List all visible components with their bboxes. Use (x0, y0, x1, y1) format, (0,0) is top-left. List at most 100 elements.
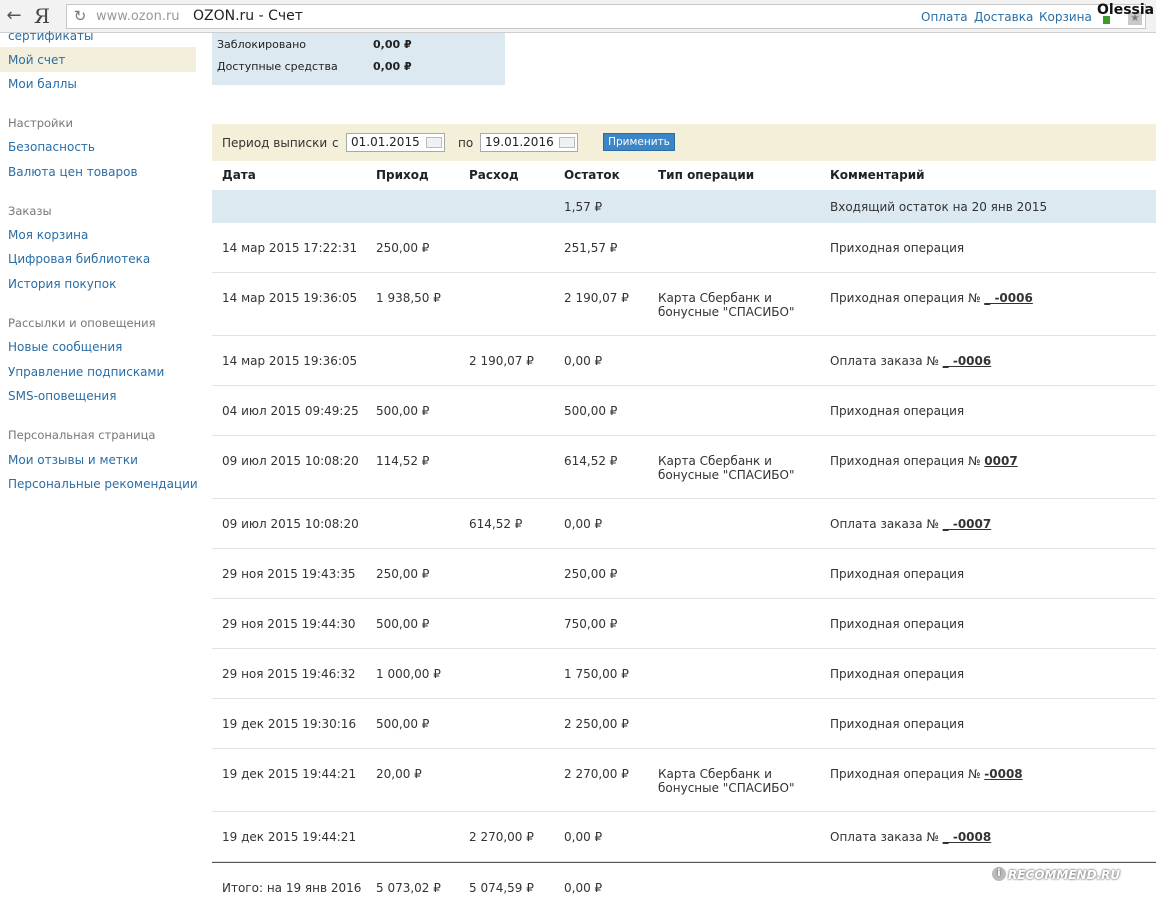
cell-comment: Приходная операция № _ -0006 (830, 291, 1033, 305)
cell-expense: 2 270,00 ₽ (469, 830, 534, 844)
total-label: Итого: на 19 янв 2016 (222, 881, 362, 895)
cell-date: 19 дек 2015 19:30:16 (222, 717, 357, 731)
address-bar[interactable]: ↻ www.ozon.ru OZON.ru - Счет Оплата Дост… (66, 4, 1146, 29)
cell-comment: Оплата заказа № _ -0007 (830, 517, 991, 531)
link-delivery[interactable]: Доставка (974, 10, 1033, 24)
calendar-icon[interactable] (559, 137, 575, 148)
cell-income: 1 938,50 ₽ (376, 291, 441, 305)
apply-button[interactable]: Применить (603, 133, 675, 151)
table-row: 09 июл 2015 10:08:20 614,52 ₽ 0,00 ₽ Оплата… (212, 499, 1156, 549)
back-arrow-icon[interactable]: ← (2, 4, 26, 28)
order-number-link[interactable]: _ -0007 (943, 517, 992, 531)
sidebar-item[interactable]: Моя корзина (8, 228, 88, 242)
sidebar-section-heading: Рассылки и оповещения (8, 316, 156, 330)
url-host: www.ozon.ru (96, 9, 180, 24)
comment-text: Оплата заказа № (830, 830, 939, 844)
table-row: 04 июл 2015 09:49:25 500,00 ₽ 500,00 ₽ Прих… (212, 386, 1156, 436)
sidebar: сертификаты Мой счет Мои баллы Настройки Без… (0, 29, 200, 533)
cell-type: Карта Сбербанк и бонусные "СПАСИБО" (658, 291, 795, 319)
sidebar-item[interactable]: Мой счет (8, 53, 65, 67)
browser-toolbar: ← Я ↻ www.ozon.ru OZON.ru - Счет Оплата … (0, 0, 1156, 33)
period-from-label: с (332, 136, 339, 150)
page-title: OZON.ru - Счет (193, 8, 303, 24)
order-number-link[interactable]: _ -0006 (943, 354, 992, 368)
cell-balance: 0,00 ₽ (564, 354, 603, 368)
cell-comment: Приходная операция № -0008 (830, 767, 1023, 781)
date-to-input[interactable]: 19.01.2016 (480, 133, 578, 152)
table-row: 14 мар 2015 17:22:31 250,00 ₽ 251,57 ₽ Прих… (212, 223, 1156, 273)
sidebar-item[interactable]: Валюта цен товаров (8, 165, 138, 179)
cell-date: 29 ноя 2015 19:43:35 (222, 567, 356, 581)
cell-balance: 0,00 ₽ (564, 830, 603, 844)
cell-income: 20,00 ₽ (376, 767, 422, 781)
cell-balance: 1 750,00 ₽ (564, 667, 629, 681)
period-label: Период выписки (222, 136, 328, 150)
period-to-label: по (458, 136, 474, 150)
sidebar-item[interactable]: История покупок (8, 277, 116, 291)
cell-comment: Приходная операция (830, 717, 964, 731)
comment-text: Приходная операция № (830, 291, 981, 305)
sidebar-item[interactable]: Персональные рекомендации (8, 477, 198, 491)
cell-comment: Оплата заказа № _ -0008 (830, 830, 991, 844)
link-cart[interactable]: Корзина (1039, 10, 1092, 24)
cell-balance: 614,52 ₽ (564, 454, 618, 468)
blocked-label: Заблокировано (217, 38, 306, 51)
opening-comment: Входящий остаток на 20 янв 2015 (830, 200, 1048, 214)
sidebar-item[interactable]: Цифровая библиотека (8, 252, 150, 266)
sidebar-item[interactable]: сертификаты (8, 29, 94, 43)
comment-text: Приходная операция (830, 717, 965, 731)
yandex-logo-icon[interactable]: Я (30, 4, 54, 28)
sidebar-item[interactable]: Новые сообщения (8, 340, 122, 354)
date-from-input[interactable]: 01.01.2015 (346, 133, 445, 152)
table-row: 29 ноя 2015 19:44:30 500,00 ₽ 750,00 ₽ Прих… (212, 599, 1156, 649)
cell-expense: 614,52 ₽ (469, 517, 523, 531)
order-number-link[interactable]: -0008 (984, 767, 1022, 781)
cell-date: 29 ноя 2015 19:44:30 (222, 617, 356, 631)
cell-balance: 0,00 ₽ (564, 517, 603, 531)
header-income: Приход (376, 168, 429, 182)
cell-comment: Приходная операция (830, 667, 964, 681)
table-row: 29 ноя 2015 19:43:35 250,00 ₽ 250,00 ₽ Прих… (212, 549, 1156, 599)
table-row: 19 дек 2015 19:44:21 20,00 ₽ 2 270,00 ₽ Кар… (212, 749, 1156, 812)
comment-text: Приходная операция (830, 667, 965, 681)
user-name: Olessia (1097, 2, 1155, 18)
table-row: 09 июл 2015 10:08:20 114,52 ₽ 614,52 ₽ Карт… (212, 436, 1156, 499)
watermark: i RECOMMEND.RU (992, 867, 1120, 882)
sidebar-section-heading: Персональная страница (8, 428, 156, 442)
order-number-link[interactable]: _ -0006 (984, 291, 1033, 305)
cell-date: 14 мар 2015 17:22:31 (222, 241, 358, 255)
cell-income: 500,00 ₽ (376, 717, 430, 731)
cell-balance: 251,57 ₽ (564, 241, 618, 255)
cell-income: 1 000,00 ₽ (376, 667, 441, 681)
calendar-icon[interactable] (426, 137, 442, 148)
cell-comment: Оплата заказа № _ -0006 (830, 354, 991, 368)
header-balance: Остаток (564, 168, 620, 182)
cell-comment: Приходная операция (830, 241, 964, 255)
reload-icon[interactable]: ↻ (71, 7, 89, 25)
sidebar-item[interactable]: Управление подписками (8, 365, 164, 379)
cell-balance: 750,00 ₽ (564, 617, 618, 631)
order-number-link[interactable]: 0007 (984, 454, 1017, 468)
cell-balance: 2 270,00 ₽ (564, 767, 629, 781)
table-row: 29 ноя 2015 19:46:32 1 000,00 ₽ 1 750,00 ₽… (212, 649, 1156, 699)
sidebar-item[interactable]: Мои отзывы и метки (8, 453, 138, 467)
sidebar-item[interactable]: Безопасность (8, 140, 95, 154)
cell-income: 114,52 ₽ (376, 454, 430, 468)
link-payment[interactable]: Оплата (921, 10, 968, 24)
order-number-link[interactable]: _ -0008 (943, 830, 992, 844)
total-expense: 5 074,59 ₽ (469, 881, 534, 895)
sidebar-item[interactable]: SMS-оповещения (8, 389, 116, 403)
header-expense: Расход (469, 168, 519, 182)
cell-income: 250,00 ₽ (376, 241, 430, 255)
comment-text: Приходная операция (830, 241, 965, 255)
cell-income: 500,00 ₽ (376, 617, 430, 631)
period-filter: Период выписки с 01.01.2015 по 19.01.201… (212, 124, 1156, 161)
comment-text: Приходная операция (830, 404, 965, 418)
sidebar-item[interactable]: Мои баллы (8, 77, 77, 91)
cell-date: 19 дек 2015 19:44:21 (222, 767, 357, 781)
header-date: Дата (222, 168, 256, 182)
header-type: Тип операции (658, 168, 755, 182)
total-income: 5 073,02 ₽ (376, 881, 441, 895)
recommend-logo-icon: i (992, 867, 1006, 881)
cell-date: 09 июл 2015 10:08:20 (222, 454, 359, 468)
